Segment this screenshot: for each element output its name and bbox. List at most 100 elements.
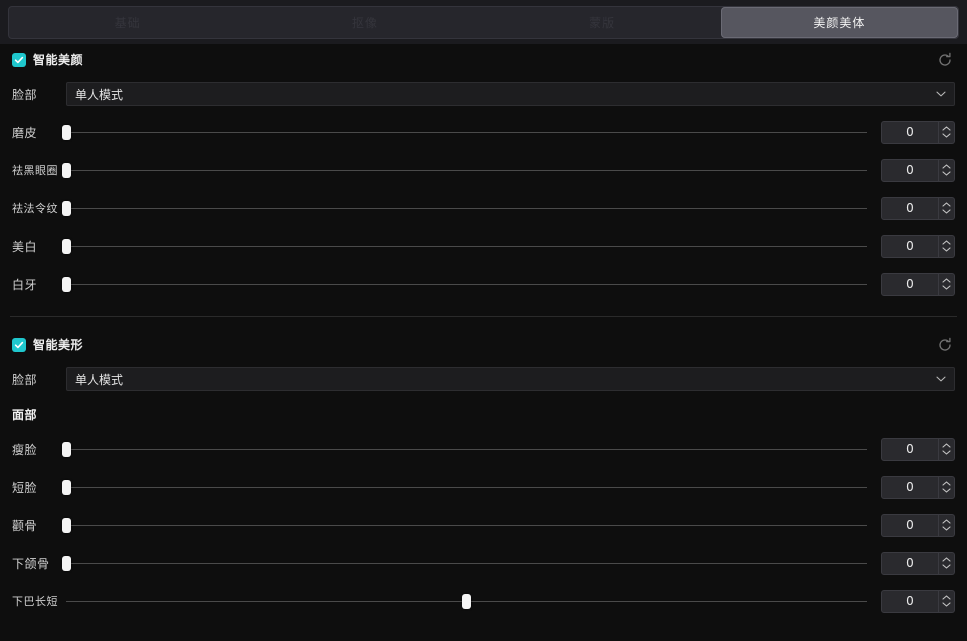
slider-chin-length-handle[interactable]: [462, 593, 471, 609]
section-header-smart-beauty: 智能美颜: [0, 44, 967, 75]
slider-dark-circles[interactable]: [61, 160, 867, 180]
reset-icon[interactable]: [935, 335, 955, 355]
slider-dark-circles-track: [66, 169, 867, 171]
slider-nasolabial-track: [66, 207, 867, 209]
slider-teeth-label: 白牙: [12, 277, 38, 292]
beauty-settings-panel: 智能美颜 脸部 单人模式 磨皮 0 祛黑眼圈 0 祛法令纹 0 美白 0 白牙 …: [0, 44, 967, 641]
slider-teeth-number: 0: [881, 272, 955, 296]
slider-jawbone-number: 0: [881, 551, 955, 575]
slider-chin-length-label: 下巴长短: [12, 595, 58, 608]
face-mode-beauty-value: 单人模式: [75, 87, 124, 102]
slider-slim-face-value[interactable]: 0: [881, 437, 939, 461]
slider-slim-face-label: 瘦脸: [12, 442, 38, 457]
slider-cheekbone[interactable]: [61, 515, 867, 535]
slider-dark-circles-label: 祛黑眼圈: [12, 164, 58, 177]
slider-cheekbone-number: 0: [881, 513, 955, 537]
slider-whitening-track: [66, 245, 867, 247]
slider-chin-length[interactable]: [66, 591, 867, 611]
slider-chin-length-value[interactable]: 0: [881, 589, 939, 613]
face-mode-reshape-select[interactable]: 单人模式: [66, 367, 955, 391]
slider-mopi-value[interactable]: 0: [881, 120, 939, 144]
slider-whitening-handle[interactable]: [61, 238, 71, 254]
slider-mopi-number: 0: [881, 120, 955, 144]
row-slider-whitening: 美白 0: [0, 227, 967, 265]
slider-short-face-spinner[interactable]: [939, 475, 955, 499]
slider-cheekbone-value[interactable]: 0: [881, 513, 939, 537]
slider-whitening[interactable]: [61, 236, 867, 256]
reset-icon[interactable]: [935, 50, 955, 70]
slider-cheekbone-spinner[interactable]: [939, 513, 955, 537]
row-slider-jawbone: 下颌骨 0: [0, 544, 967, 582]
tab-mask[interactable]: 蒙版: [484, 7, 721, 38]
slider-slim-face-spinner[interactable]: [939, 437, 955, 461]
section-header-smart-reshape: 智能美形: [0, 329, 967, 360]
slider-short-face-handle[interactable]: [61, 479, 71, 495]
chevron-down-icon: [936, 376, 946, 383]
smart-reshape-checkbox[interactable]: [12, 337, 26, 352]
slider-whitening-label: 美白: [12, 239, 38, 254]
slider-short-face-track: [66, 486, 867, 488]
row-slider-teeth: 白牙 0: [0, 265, 967, 303]
tab-beauty-body-label: 美颜美体: [813, 16, 866, 30]
slider-jawbone-handle[interactable]: [61, 555, 71, 571]
slider-nasolabial[interactable]: [61, 198, 867, 218]
tab-bar: 基础 抠像 蒙版 美颜美体: [8, 6, 959, 39]
row-slider-cheekbone: 颧骨 0: [0, 506, 967, 544]
slider-short-face[interactable]: [61, 477, 867, 497]
slider-jawbone[interactable]: [61, 553, 867, 573]
slider-slim-face-handle[interactable]: [61, 441, 71, 457]
tab-basic[interactable]: 基础: [9, 7, 246, 38]
slider-mopi[interactable]: [61, 122, 867, 142]
slider-dark-circles-value[interactable]: 0: [881, 158, 939, 182]
slider-chin-length-number: 0: [881, 589, 955, 613]
slider-teeth[interactable]: [61, 274, 867, 294]
slider-nasolabial-label: 祛法令纹: [12, 202, 58, 215]
slider-jawbone-value[interactable]: 0: [881, 551, 939, 575]
slider-short-face-value[interactable]: 0: [881, 475, 939, 499]
slider-nasolabial-handle[interactable]: [61, 200, 71, 216]
slider-dark-circles-spinner[interactable]: [939, 158, 955, 182]
face-mode-reshape-value: 单人模式: [75, 372, 124, 387]
slider-teeth-track: [66, 283, 867, 285]
slider-jawbone-track: [66, 562, 867, 564]
tab-basic-label: 基础: [114, 16, 141, 30]
slider-chin-length-spinner[interactable]: [939, 589, 955, 613]
face-mode-reshape-label: 脸部: [12, 372, 38, 387]
slider-slim-face[interactable]: [61, 439, 867, 459]
slider-jawbone-spinner[interactable]: [939, 551, 955, 575]
slider-dark-circles-handle[interactable]: [61, 162, 71, 178]
slider-slim-face-track: [66, 448, 867, 450]
tab-mask-label: 蒙版: [589, 16, 616, 30]
row-slider-short-face: 短脸 0: [0, 468, 967, 506]
slider-teeth-handle[interactable]: [61, 276, 71, 292]
slider-jawbone-label: 下颌骨: [12, 556, 50, 571]
row-slider-chin-length: 下巴长短 0: [0, 582, 967, 620]
tab-beauty-body[interactable]: 美颜美体: [720, 7, 958, 38]
smart-reshape-title: 智能美形: [33, 338, 84, 352]
slider-nasolabial-number: 0: [881, 196, 955, 220]
slider-teeth-spinner[interactable]: [939, 272, 955, 296]
slider-nasolabial-value[interactable]: 0: [881, 196, 939, 220]
slider-cheekbone-label: 颧骨: [12, 518, 38, 533]
slider-cheekbone-track: [66, 524, 867, 526]
slider-nasolabial-spinner[interactable]: [939, 196, 955, 220]
tab-bar-container: 基础 抠像 蒙版 美颜美体: [0, 0, 967, 44]
slider-whitening-value[interactable]: 0: [881, 234, 939, 258]
slider-whitening-spinner[interactable]: [939, 234, 955, 258]
slider-teeth-value[interactable]: 0: [881, 272, 939, 296]
chevron-down-icon: [936, 91, 946, 98]
slider-mopi-track: [66, 131, 867, 133]
slider-whitening-number: 0: [881, 234, 955, 258]
smart-beauty-checkbox[interactable]: [12, 52, 26, 67]
slider-cheekbone-handle[interactable]: [61, 517, 71, 533]
row-face-mode-reshape: 脸部 单人模式: [0, 360, 967, 398]
face-mode-beauty-select[interactable]: 单人模式: [66, 82, 955, 106]
slider-dark-circles-number: 0: [881, 158, 955, 182]
tab-keying-label: 抠像: [351, 16, 378, 30]
face-mode-beauty-label: 脸部: [12, 87, 38, 102]
slider-short-face-number: 0: [881, 475, 955, 499]
slider-mopi-handle[interactable]: [61, 124, 71, 140]
row-face-mode-beauty: 脸部 单人模式: [0, 75, 967, 113]
tab-keying[interactable]: 抠像: [246, 7, 483, 38]
slider-mopi-spinner[interactable]: [939, 120, 955, 144]
